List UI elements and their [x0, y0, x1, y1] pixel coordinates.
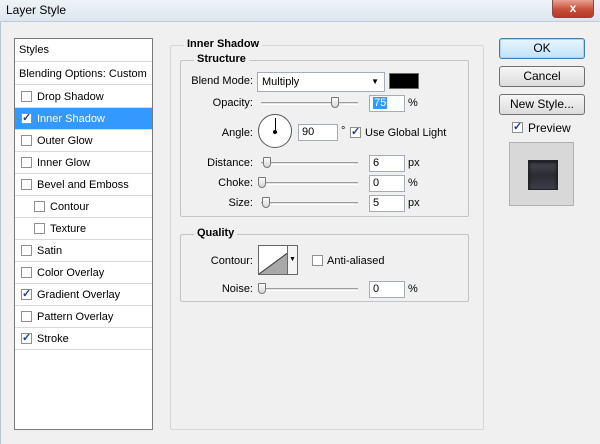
opacity-input[interactable]: 75 — [369, 95, 405, 112]
style-item-label: Color Overlay — [37, 266, 105, 279]
preview-thumbnail — [509, 142, 574, 206]
blend-mode-label: Blend Mode: — [191, 75, 253, 87]
style-item-label: Contour — [50, 200, 90, 213]
close-icon: x — [569, 1, 577, 15]
choke-input[interactable]: 0 — [369, 175, 405, 192]
opacity-label: Opacity: — [212, 97, 253, 109]
distance-slider-thumb[interactable] — [263, 157, 271, 168]
styles-header-label: Styles — [19, 44, 49, 56]
style-item-label: Bevel and Emboss — [37, 178, 129, 191]
cancel-button[interactable]: Cancel — [499, 66, 585, 87]
styles-list: Styles Blending Options: Custom Drop Sha… — [14, 38, 153, 430]
preview-checkbox[interactable] — [512, 120, 523, 133]
use-global-light-label: Use Global Light — [365, 127, 447, 139]
window-title: Layer Style — [6, 3, 67, 17]
noise-unit: % — [408, 283, 418, 295]
angle-unit: ° — [341, 125, 346, 137]
style-item-bevel-emboss[interactable]: Bevel and Emboss — [15, 174, 152, 196]
blending-options-label: Blending Options: Custom — [19, 67, 147, 80]
texture-checkbox[interactable] — [34, 223, 45, 234]
ok-button[interactable]: OK — [499, 38, 585, 59]
size-label: Size: — [228, 197, 253, 209]
style-item-label: Inner Shadow — [37, 112, 105, 125]
new-style-button[interactable]: New Style... — [499, 94, 585, 115]
noise-slider-track[interactable] — [261, 288, 358, 291]
opacity-slider-track[interactable] — [261, 102, 358, 105]
style-item-satin[interactable]: Satin — [15, 240, 152, 262]
angle-dial[interactable] — [258, 114, 292, 148]
gradient-overlay-checkbox[interactable] — [21, 287, 32, 300]
contour-label: Contour: — [210, 255, 253, 267]
structure-title: Structure — [194, 53, 249, 65]
bevel-emboss-checkbox[interactable] — [21, 179, 32, 190]
preview-swatch — [528, 160, 558, 190]
angle-center — [273, 130, 277, 134]
blend-mode-select[interactable]: Multiply ▼ — [257, 72, 385, 92]
style-item-label: Inner Glow — [37, 156, 91, 169]
opacity-unit: % — [408, 97, 418, 109]
opacity-slider-thumb[interactable] — [331, 97, 339, 108]
style-item-drop-shadow[interactable]: Drop Shadow — [15, 86, 152, 108]
blending-options[interactable]: Blending Options: Custom — [15, 63, 152, 85]
close-button[interactable]: x — [552, 0, 594, 18]
title-bar: Layer Style x — [0, 0, 600, 22]
shadow-color-swatch[interactable] — [389, 73, 419, 89]
stroke-checkbox[interactable] — [21, 331, 32, 344]
distance-slider-track[interactable] — [261, 162, 358, 165]
outer-glow-checkbox[interactable] — [21, 135, 32, 146]
color-overlay-checkbox[interactable] — [21, 267, 32, 278]
size-input[interactable]: 5 — [369, 195, 405, 212]
inner-shadow-title: Inner Shadow — [184, 38, 263, 50]
size-slider-thumb[interactable] — [262, 197, 270, 208]
anti-aliased-label: Anti-aliased — [327, 255, 385, 267]
blend-mode-value: Multiply — [262, 76, 300, 88]
choke-label: Choke: — [218, 177, 253, 189]
use-global-light-checkbox[interactable] — [350, 125, 361, 138]
chevron-down-icon: ▼ — [371, 77, 379, 86]
style-item-inner-glow[interactable]: Inner Glow — [15, 152, 152, 174]
style-item-label: Drop Shadow — [37, 90, 104, 103]
style-item-label: Gradient Overlay — [37, 288, 121, 301]
style-item-label: Texture — [50, 222, 87, 235]
preview-label: Preview — [528, 121, 571, 135]
styles-header[interactable]: Styles — [15, 39, 152, 62]
style-item-contour[interactable]: Contour — [15, 196, 152, 218]
quality-title: Quality — [194, 227, 238, 239]
choke-slider-track[interactable] — [261, 182, 358, 185]
pattern-overlay-checkbox[interactable] — [21, 311, 32, 322]
opacity-value: 75 — [373, 97, 388, 109]
drop-shadow-checkbox[interactable] — [21, 91, 32, 102]
style-item-label: Satin — [37, 244, 63, 257]
noise-label: Noise: — [221, 283, 253, 295]
size-unit: px — [408, 197, 420, 209]
angle-input[interactable]: 90 — [298, 124, 338, 141]
style-item-label: Outer Glow — [37, 134, 93, 147]
choke-unit: % — [408, 177, 418, 189]
inner-shadow-checkbox[interactable] — [21, 111, 32, 124]
style-item-label: Pattern Overlay — [37, 310, 114, 323]
contour-dropdown[interactable]: ▼ — [287, 245, 298, 275]
style-item-texture[interactable]: Texture — [15, 218, 152, 240]
contour-checkbox[interactable] — [34, 201, 45, 212]
chevron-down-icon: ▼ — [289, 256, 296, 263]
satin-checkbox[interactable] — [21, 245, 32, 256]
style-item-color-overlay[interactable]: Color Overlay — [15, 262, 152, 284]
distance-input[interactable]: 6 — [369, 155, 405, 172]
style-item-pattern-overlay[interactable]: Pattern Overlay — [15, 306, 152, 328]
style-item-label: Stroke — [37, 332, 69, 345]
angle-label: Angle: — [221, 127, 253, 139]
anti-aliased-checkbox[interactable] — [312, 255, 323, 266]
style-item-stroke[interactable]: Stroke — [15, 328, 152, 350]
style-item-gradient-overlay[interactable]: Gradient Overlay — [15, 284, 152, 306]
distance-label: Distance: — [207, 157, 253, 169]
choke-slider-thumb[interactable] — [258, 177, 266, 188]
style-item-inner-shadow[interactable]: Inner Shadow — [15, 108, 152, 130]
distance-unit: px — [408, 157, 420, 169]
style-item-outer-glow[interactable]: Outer Glow — [15, 130, 152, 152]
noise-slider-thumb[interactable] — [258, 283, 266, 294]
size-slider-track[interactable] — [261, 202, 358, 205]
inner-glow-checkbox[interactable] — [21, 157, 32, 168]
noise-input[interactable]: 0 — [369, 281, 405, 298]
